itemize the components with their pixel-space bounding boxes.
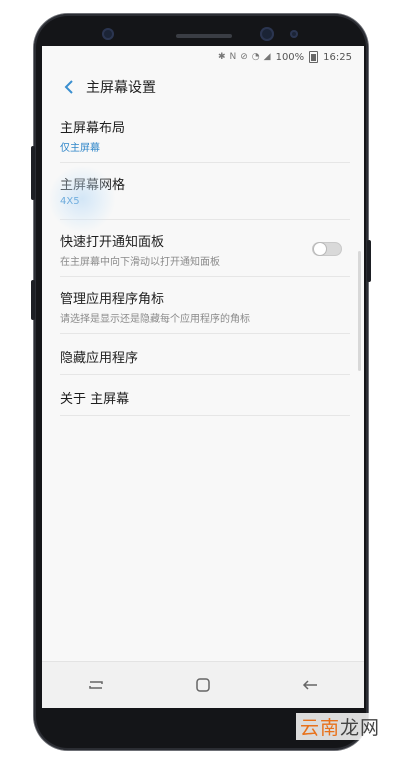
- scrollbar[interactable]: [358, 251, 361, 371]
- setting-description: 在主屏幕中向下滑动以打开通知面板: [60, 257, 220, 268]
- toggle-knob: [314, 243, 326, 255]
- setting-value: 4X5: [60, 196, 80, 207]
- battery-icon: [309, 51, 319, 63]
- setting-description: 请选择是显示还是隐藏每个应用程序的角标: [60, 314, 250, 325]
- setting-title: 主屏幕网格: [60, 178, 126, 193]
- settings-list: 主屏幕布局 仅主屏幕 主屏幕网格 4X5 快速打开通知面板 在主屏幕中向下滑动以…: [42, 106, 364, 416]
- wifi-icon: ◔: [251, 52, 260, 62]
- battery-percent: 100%: [275, 51, 305, 63]
- iris-sensor: [290, 30, 298, 38]
- bixby-button: [31, 280, 35, 320]
- setting-home-screen-layout[interactable]: 主屏幕布局 仅主屏幕: [60, 106, 350, 163]
- app-bar: 主屏幕设置: [42, 68, 364, 106]
- watermark-logo: 云南龙网: [295, 713, 384, 740]
- status-icons: ✱ N ⊘ ◔ ◢: [218, 52, 271, 62]
- power-button: [367, 240, 371, 282]
- setting-manage-app-badges[interactable]: 管理应用程序角标 请选择是显示还是隐藏每个应用程序的角标: [60, 277, 350, 334]
- earpiece-speaker: [176, 34, 232, 38]
- setting-value: 仅主屏幕: [60, 143, 100, 154]
- setting-title: 主屏幕布局: [60, 121, 126, 136]
- home-icon[interactable]: [183, 670, 223, 700]
- volume-button: [31, 146, 35, 200]
- front-sensor: [102, 28, 114, 40]
- back-icon[interactable]: [290, 670, 330, 700]
- bluetooth-icon: ✱: [217, 52, 226, 62]
- setting-about-home-screen[interactable]: 关于 主屏幕: [60, 375, 350, 416]
- setting-title: 快速打开通知面板: [60, 235, 165, 250]
- setting-home-screen-grid[interactable]: 主屏幕网格 4X5: [48, 163, 350, 233]
- front-camera: [260, 27, 274, 41]
- screen: ✱ N ⊘ ◔ ◢ 100% 16:25 主屏幕设置 主屏幕布局 仅主屏幕 主屏…: [42, 46, 364, 708]
- setting-hide-apps[interactable]: 隐藏应用程序: [60, 334, 350, 375]
- nfc-icon: N: [229, 52, 237, 62]
- back-arrow-icon[interactable]: [58, 76, 80, 98]
- status-bar: ✱ N ⊘ ◔ ◢ 100% 16:25: [42, 46, 364, 68]
- mute-icon: ⊘: [240, 52, 248, 62]
- watermark-suffix: 龙网: [339, 717, 380, 739]
- recents-icon[interactable]: [76, 670, 116, 700]
- setting-title: 关于 主屏幕: [60, 392, 130, 407]
- setting-title: 管理应用程序角标: [60, 292, 165, 307]
- navigation-bar: [42, 661, 364, 708]
- page-title: 主屏幕设置: [86, 80, 156, 96]
- status-time: 16:25: [323, 51, 352, 63]
- setting-quick-open-notification-panel[interactable]: 快速打开通知面板 在主屏幕中向下滑动以打开通知面板: [60, 220, 350, 277]
- setting-title: 隐藏应用程序: [60, 351, 139, 366]
- signal-icon: ◢: [263, 52, 271, 62]
- watermark-brand: 云南: [299, 717, 340, 739]
- notification-panel-toggle[interactable]: [312, 242, 342, 256]
